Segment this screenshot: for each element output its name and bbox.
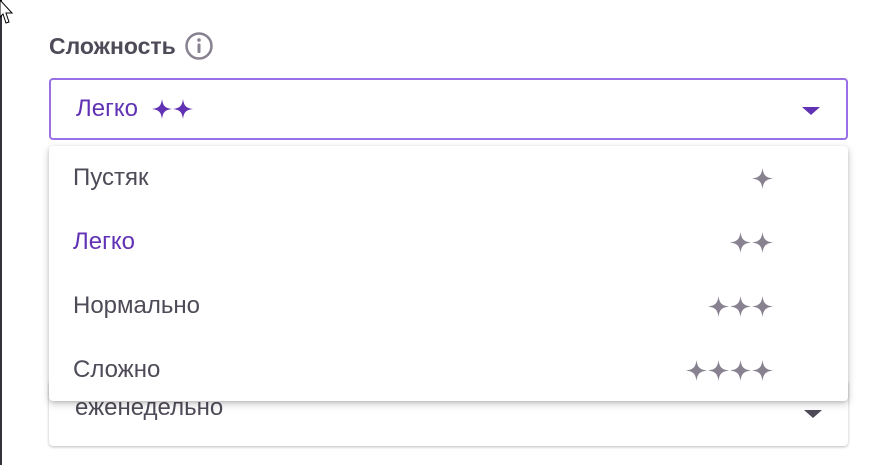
info-circle-icon[interactable] <box>184 31 214 61</box>
menu-item-label: Сложно <box>73 356 161 383</box>
sparkle-icon <box>730 359 751 381</box>
sparkle-icon <box>172 99 193 119</box>
sparkle-icon <box>708 359 729 381</box>
difficulty-label: Сложность <box>49 30 214 62</box>
chevron-down-icon <box>804 410 822 418</box>
sparkle-icon <box>752 295 773 317</box>
difficulty-select[interactable]: Легко <box>49 78 848 140</box>
sparkle-icon <box>686 359 707 381</box>
menu-item-label: Пустяк <box>73 164 149 191</box>
menu-item-hard[interactable]: Сложно <box>49 338 848 402</box>
menu-item-easy[interactable]: Легко <box>49 210 848 274</box>
sparkle-icon <box>730 295 751 317</box>
difficulty-selected-value: Легко <box>76 80 193 138</box>
window-edge <box>0 0 4 465</box>
sparkle-icon <box>752 359 773 381</box>
difficulty-selected-stars <box>151 99 193 119</box>
sparkle-icon <box>151 99 172 119</box>
chevron-down-icon <box>802 107 820 115</box>
sparkle-icon <box>708 295 729 317</box>
sparkle-icon <box>730 231 751 253</box>
page: Сложность Легко еженедельно Пустяк Легко <box>0 0 878 465</box>
menu-item-label: Легко <box>73 228 135 255</box>
difficulty-label-text: Сложность <box>49 32 176 59</box>
menu-item-trivial[interactable]: Пустяк <box>49 146 848 210</box>
star-rating <box>686 338 773 402</box>
menu-item-normal[interactable]: Нормально <box>49 274 848 338</box>
difficulty-selected-label: Легко <box>76 95 138 122</box>
star-rating <box>752 146 773 210</box>
difficulty-dropdown-menu: Пустяк Легко Нормально Сложно <box>49 146 848 401</box>
sparkle-icon <box>752 231 773 253</box>
mouse-cursor-icon <box>0 0 14 24</box>
menu-item-label: Нормально <box>73 292 200 319</box>
star-rating <box>730 210 773 274</box>
sparkle-icon <box>752 167 773 189</box>
star-rating <box>708 274 773 338</box>
